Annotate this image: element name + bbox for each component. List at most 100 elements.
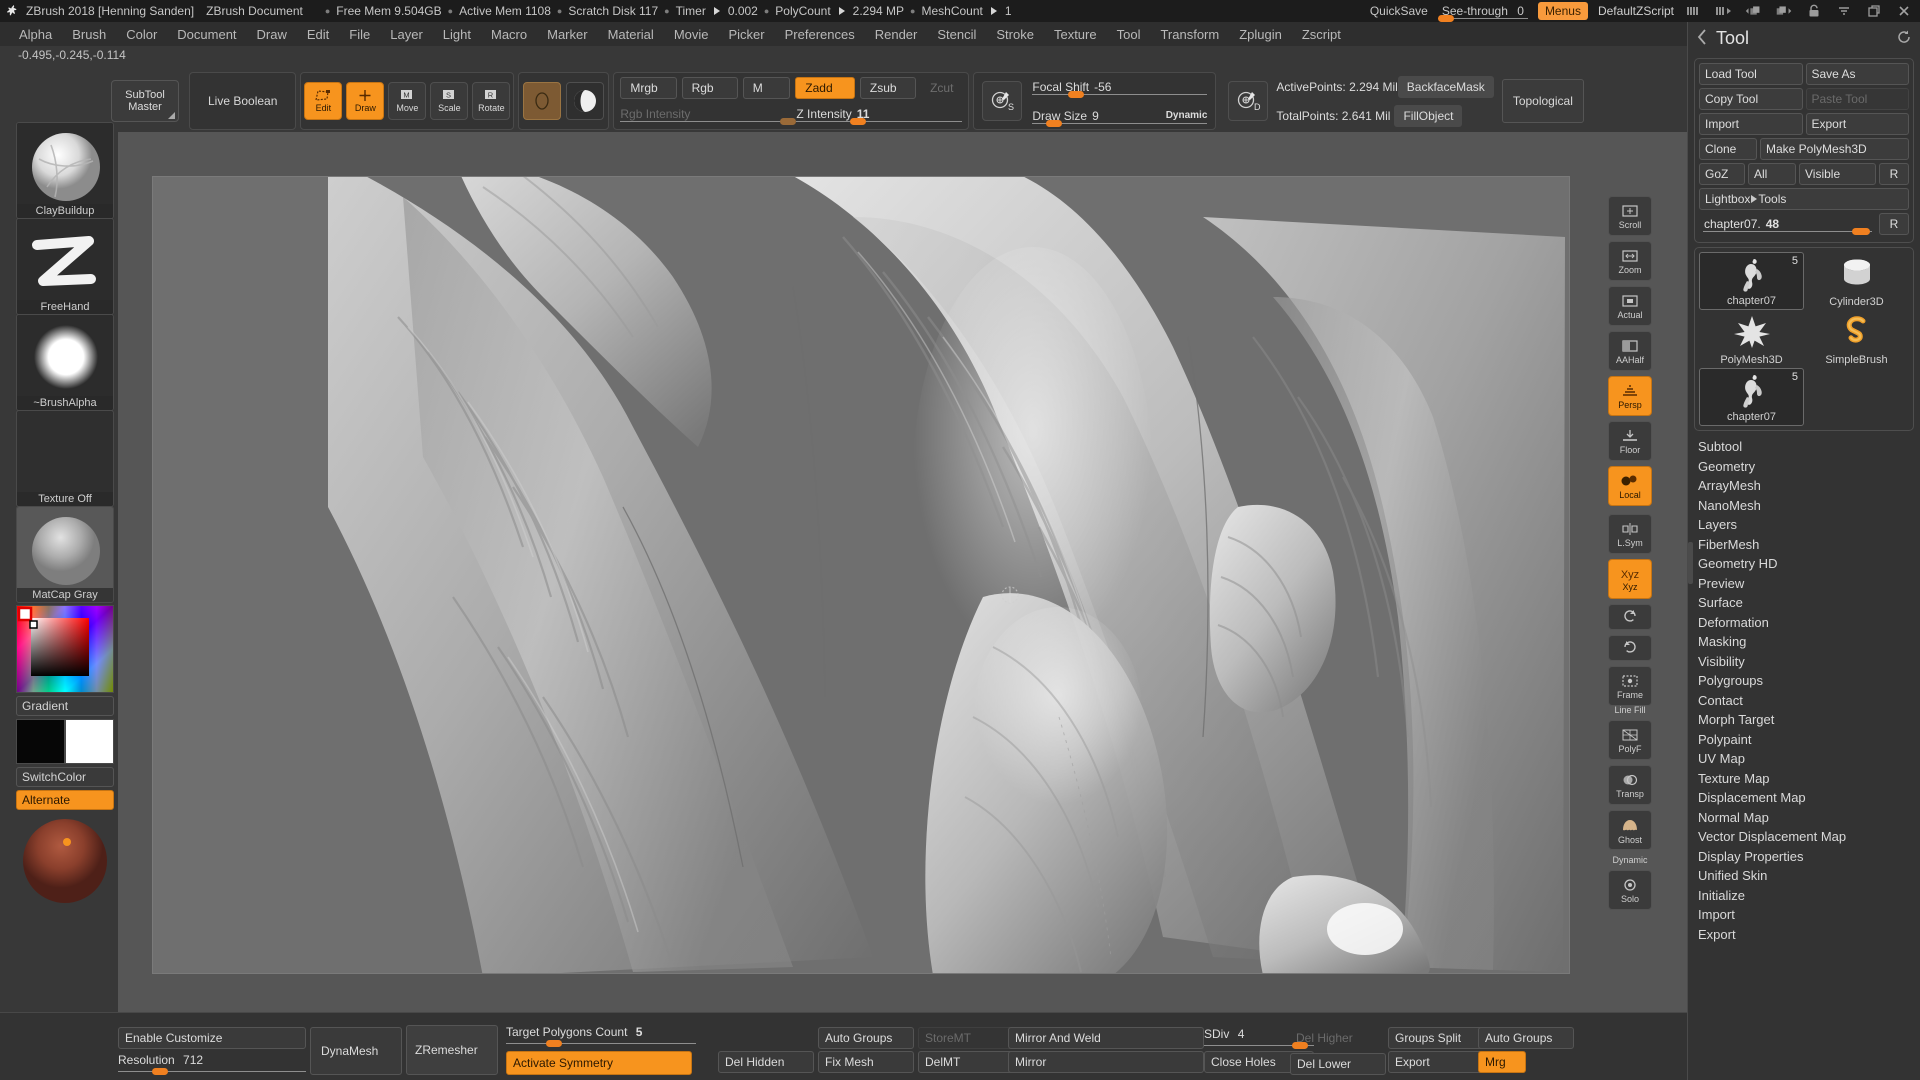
tool-section-polygroups[interactable]: Polygroups: [1688, 671, 1920, 691]
tool-section-normal-map[interactable]: Normal Map: [1688, 808, 1920, 828]
menu-item-stencil[interactable]: Stencil: [928, 25, 985, 44]
scale-button[interactable]: S Scale: [430, 82, 468, 120]
live-boolean-button[interactable]: Live Boolean: [198, 82, 287, 120]
load-tool-button[interactable]: Load Tool: [1699, 63, 1803, 85]
stroke-palette-thumb[interactable]: FreeHand: [16, 218, 114, 315]
store-mt-button[interactable]: StoreMT: [918, 1027, 1014, 1049]
tool-thumbnail-chapter07[interactable]: 5chapter07: [1699, 368, 1804, 426]
fill-object-button[interactable]: FillObject: [1394, 105, 1462, 127]
right-shelf-rotate-ccw-button[interactable]: [1608, 604, 1652, 630]
activate-symmetry-button[interactable]: Activate Symmetry: [506, 1051, 692, 1075]
menu-item-zscript[interactable]: Zscript: [1293, 25, 1350, 44]
menu-item-preferences[interactable]: Preferences: [776, 25, 864, 44]
draw-size-slider[interactable]: Draw Size 9 Dynamic: [1032, 106, 1207, 126]
rgb-button[interactable]: Rgb: [682, 77, 738, 99]
bars-expand-icon[interactable]: [1714, 3, 1734, 19]
reset-panel-icon[interactable]: [1896, 29, 1912, 48]
viewport-canvas[interactable]: [152, 176, 1570, 974]
resolution-slider[interactable]: Resolution 712: [118, 1053, 306, 1073]
focal-shift-knob[interactable]: [1068, 91, 1084, 98]
zsub-button[interactable]: Zsub: [860, 77, 916, 99]
tool-section-visibility[interactable]: Visibility: [1688, 652, 1920, 672]
rgb-intensity-knob[interactable]: [780, 118, 796, 125]
fix-mesh-button[interactable]: Fix Mesh: [818, 1051, 914, 1073]
right-shelf-actual-button[interactable]: Actual: [1608, 286, 1652, 326]
target-polygons-slider[interactable]: Target Polygons Count 5: [506, 1025, 696, 1045]
minimize-icon[interactable]: [1834, 3, 1854, 19]
del-higher-button[interactable]: Del Higher: [1290, 1027, 1386, 1049]
tool-section-masking[interactable]: Masking: [1688, 632, 1920, 652]
tool-section-polypaint[interactable]: Polypaint: [1688, 730, 1920, 750]
right-shelf-rotate-cw-button[interactable]: [1608, 635, 1652, 661]
tool-section-arraymesh[interactable]: ArrayMesh: [1688, 476, 1920, 496]
tool-section-texture-map[interactable]: Texture Map: [1688, 769, 1920, 789]
menu-item-color[interactable]: Color: [117, 25, 166, 44]
tool-section-vector-displacement-map[interactable]: Vector Displacement Map: [1688, 827, 1920, 847]
alternate-button[interactable]: Alternate: [16, 790, 114, 810]
tool-thumbnail-chapter07[interactable]: 5chapter07: [1699, 252, 1804, 310]
draw-button[interactable]: Draw: [346, 82, 384, 120]
tool-section-fibermesh[interactable]: FiberMesh: [1688, 535, 1920, 555]
save-as-button[interactable]: Save As: [1806, 63, 1910, 85]
groups-split-button[interactable]: Groups Split: [1388, 1027, 1484, 1049]
del-mt-button[interactable]: DelMT: [918, 1051, 1014, 1073]
zremesher-button[interactable]: ZRemesher: [406, 1025, 498, 1075]
tool-section-uv-map[interactable]: UV Map: [1688, 749, 1920, 769]
tool-section-nanomesh[interactable]: NanoMesh: [1688, 496, 1920, 516]
material-palette-thumb[interactable]: MatCap Gray: [16, 506, 114, 603]
menu-item-transform[interactable]: Transform: [1151, 25, 1228, 44]
menu-item-stroke[interactable]: Stroke: [987, 25, 1043, 44]
switch-color-button[interactable]: SwitchColor: [16, 767, 114, 787]
tool-name-knob[interactable]: [1852, 228, 1870, 235]
secondary-color-swatch[interactable]: [65, 719, 114, 764]
focal-shift-icon-button[interactable]: S: [982, 81, 1022, 121]
menu-item-tool[interactable]: Tool: [1108, 25, 1150, 44]
menu-item-zplugin[interactable]: Zplugin: [1230, 25, 1291, 44]
menu-item-document[interactable]: Document: [168, 25, 245, 44]
tool-section-geometry-hd[interactable]: Geometry HD: [1688, 554, 1920, 574]
see-through-knob[interactable]: [1438, 15, 1454, 22]
export-button[interactable]: Export: [1806, 113, 1910, 135]
tool-section-geometry[interactable]: Geometry: [1688, 457, 1920, 477]
menu-item-draw[interactable]: Draw: [248, 25, 296, 44]
current-brush-thumb[interactable]: [523, 82, 561, 120]
make-polymesh3d-button[interactable]: Make PolyMesh3D: [1760, 138, 1909, 160]
quicksave-button[interactable]: QuickSave: [1370, 4, 1428, 18]
target-polygons-knob[interactable]: [546, 1040, 562, 1047]
copy-tool-button[interactable]: Copy Tool: [1699, 88, 1803, 110]
menu-item-render[interactable]: Render: [866, 25, 927, 44]
tool-section-preview[interactable]: Preview: [1688, 574, 1920, 594]
tool-section-export[interactable]: Export: [1688, 925, 1920, 945]
menu-item-brush[interactable]: Brush: [63, 25, 115, 44]
right-shelf-solo-button[interactable]: Solo: [1608, 870, 1652, 910]
tool-section-initialize[interactable]: Initialize: [1688, 886, 1920, 906]
default-zscript-label[interactable]: DefaultZScript: [1598, 4, 1674, 18]
mirror-button[interactable]: Mirror: [1008, 1051, 1204, 1073]
right-shelf-zoom-button[interactable]: Zoom: [1608, 241, 1652, 281]
mrg-button[interactable]: Mrg: [1478, 1051, 1526, 1073]
menu-item-marker[interactable]: Marker: [538, 25, 596, 44]
focal-shift-slider[interactable]: Focal Shift -56: [1032, 77, 1207, 97]
texture-palette-thumb[interactable]: Texture Off: [16, 410, 114, 507]
move-button[interactable]: M Move: [388, 82, 426, 120]
lock-icon[interactable]: [1804, 3, 1824, 19]
right-shelf-l-sym-button[interactable]: L.Sym: [1608, 514, 1652, 554]
mirror-and-weld-button[interactable]: Mirror And Weld: [1008, 1027, 1204, 1049]
export-button[interactable]: Export: [1388, 1051, 1484, 1073]
current-material-thumb[interactable]: [566, 82, 604, 120]
right-shelf-polyf-button[interactable]: PolyF: [1608, 720, 1652, 760]
topological-button[interactable]: Topological: [1502, 79, 1584, 123]
r-button-2[interactable]: R: [1879, 213, 1909, 235]
m-button[interactable]: M: [743, 77, 791, 99]
primary-color-swatch[interactable]: [16, 719, 65, 764]
all-button[interactable]: All: [1748, 163, 1796, 185]
next-window-icon[interactable]: [1774, 3, 1794, 19]
menu-item-texture[interactable]: Texture: [1045, 25, 1106, 44]
tool-section-import[interactable]: Import: [1688, 905, 1920, 925]
right-shelf-frame-button[interactable]: Frame: [1608, 666, 1652, 706]
alpha-palette-thumb[interactable]: ~BrushAlpha: [16, 314, 114, 411]
rgb-intensity-slider[interactable]: Rgb Intensity: [620, 104, 786, 124]
mrgb-button[interactable]: Mrgb: [620, 77, 676, 99]
menu-item-light[interactable]: Light: [434, 25, 480, 44]
color-picker[interactable]: [16, 605, 114, 693]
